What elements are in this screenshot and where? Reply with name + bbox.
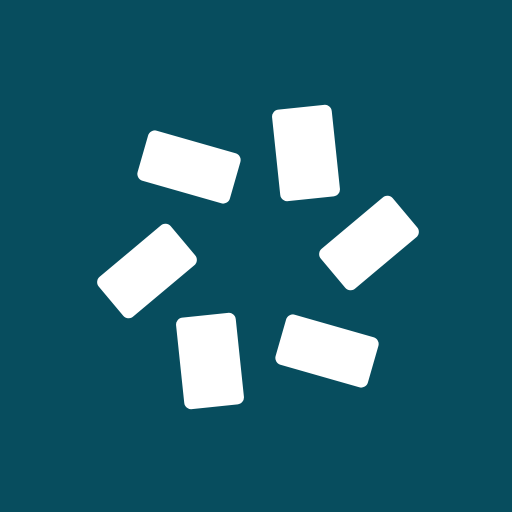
six-cards-pinwheel-icon: [0, 0, 512, 512]
card-bottom-left: [176, 312, 244, 410]
icon-background: [0, 0, 512, 512]
app-icon: [0, 0, 512, 512]
card-top-right: [272, 104, 340, 202]
